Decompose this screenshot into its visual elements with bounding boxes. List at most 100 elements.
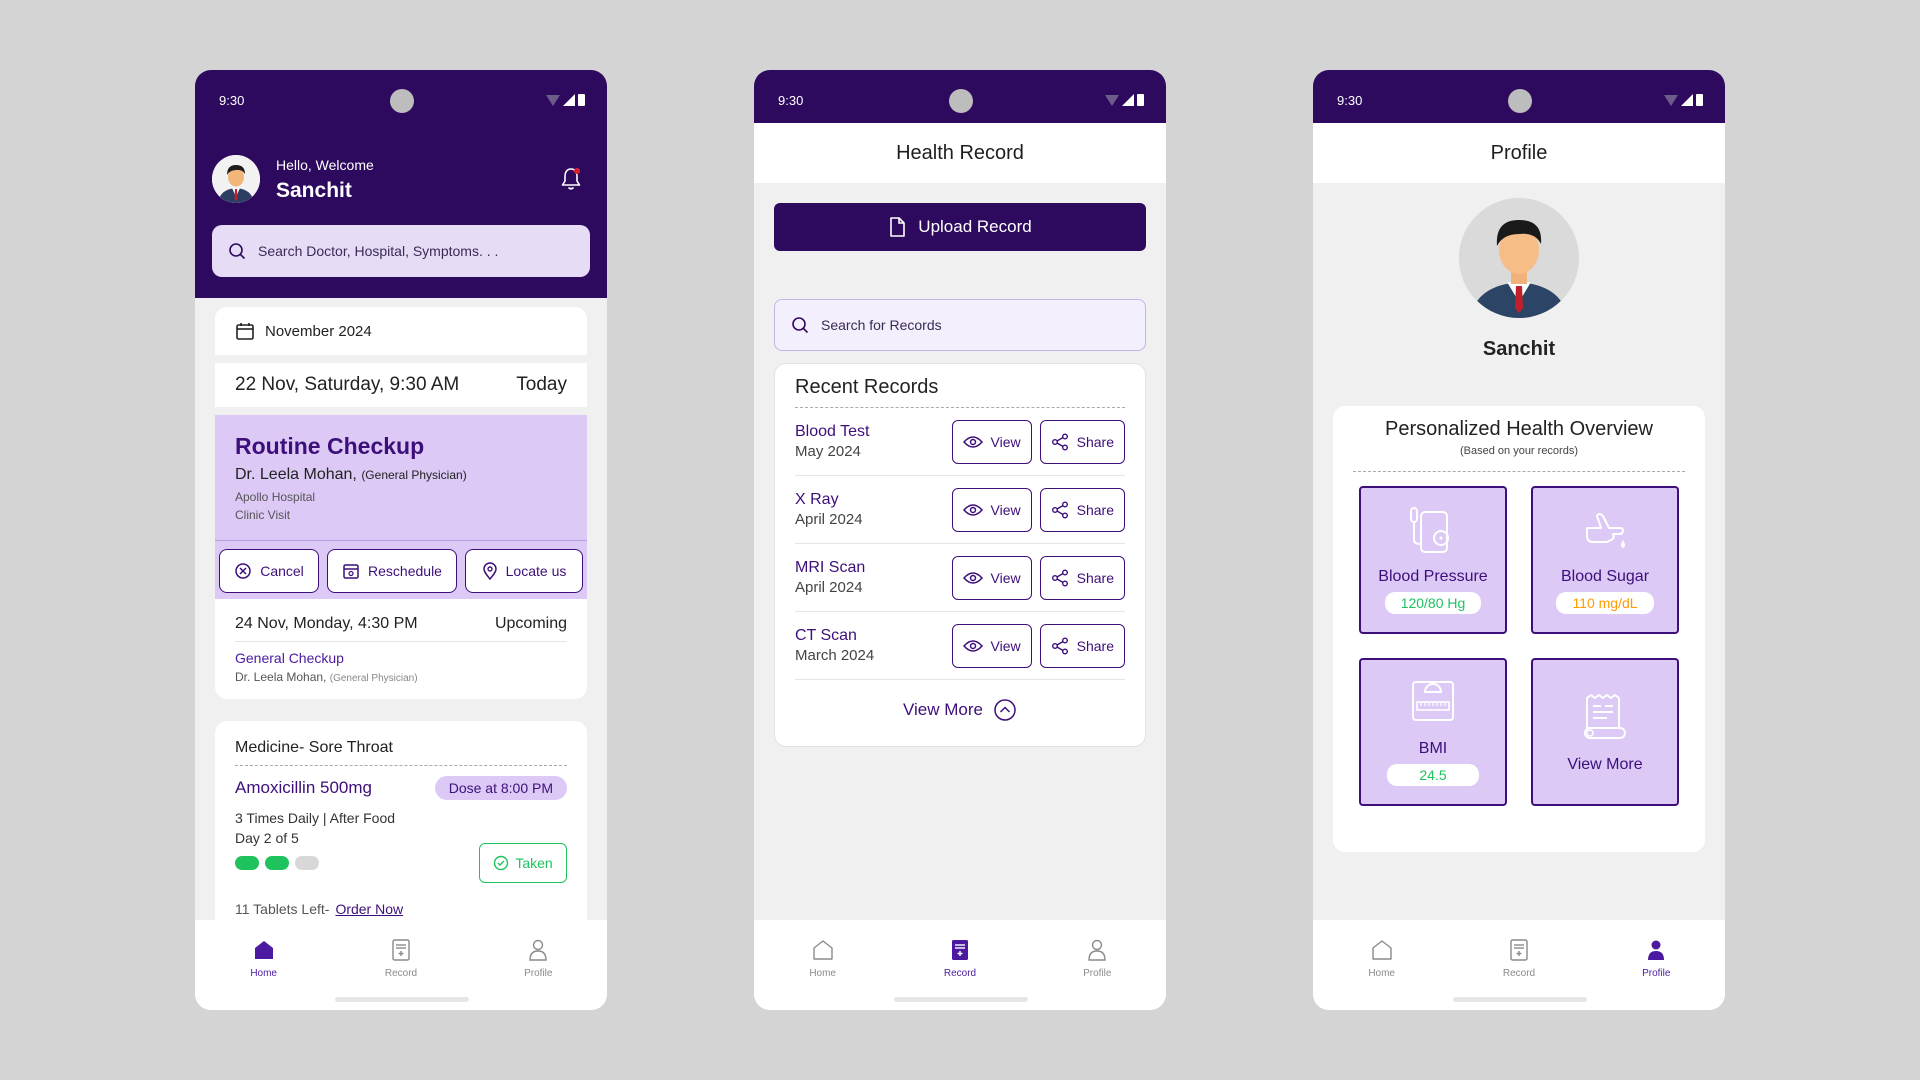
camera-cutout — [390, 89, 414, 113]
view-button[interactable]: View — [951, 487, 1032, 532]
search-icon — [792, 317, 809, 334]
finger-drop-icon — [1586, 513, 1625, 548]
location-pin-icon — [482, 562, 497, 580]
view-label: View — [990, 501, 1021, 518]
nav-profile-label: Profile — [524, 968, 553, 979]
nav-profile[interactable]: Profile — [498, 938, 578, 1010]
taken-button[interactable]: Taken — [479, 843, 567, 883]
view-more-tile[interactable]: View More — [1531, 658, 1679, 806]
upload-record-button[interactable]: Upload Record — [774, 203, 1146, 251]
nav-home[interactable]: Home — [224, 938, 304, 1010]
nav-profile-label: Profile — [1642, 968, 1671, 979]
reschedule-button[interactable]: Reschedule — [327, 549, 457, 593]
profile-name: Sanchit — [1482, 338, 1556, 360]
share-label: Share — [1076, 501, 1114, 518]
month-selector[interactable]: November 2024 — [215, 307, 587, 355]
record-date: April 2024 — [795, 511, 863, 528]
nav-home-label: Home — [250, 968, 277, 979]
recent-records-title: Recent Records — [795, 376, 1125, 408]
records-search-input[interactable]: Search for Records — [774, 299, 1146, 351]
record-icon — [392, 939, 410, 961]
share-label: Share — [1076, 569, 1114, 586]
blood-sugar-tile[interactable]: Blood Sugar 110 mg/dL — [1531, 486, 1679, 634]
upload-label: Upload Record — [918, 217, 1032, 236]
record-row: Blood Test May 2024 View Share — [795, 408, 1125, 476]
cancel-button[interactable]: Cancel — [219, 549, 319, 593]
nav-record-label: Record — [384, 968, 418, 979]
check-circle-icon — [494, 855, 509, 871]
avatar[interactable] — [212, 155, 260, 203]
dose-progress — [235, 856, 319, 870]
share-icon — [1051, 637, 1068, 654]
view-more-link[interactable]: View More — [795, 698, 1125, 722]
calendar-icon — [343, 564, 359, 579]
home-icon — [254, 941, 273, 959]
eye-icon — [962, 639, 983, 652]
home-icon — [1371, 940, 1392, 960]
share-button[interactable]: Share — [1039, 555, 1125, 600]
nav-profile[interactable]: Profile — [1616, 938, 1696, 1010]
medicine-name: Amoxicillin 500mg — [235, 778, 372, 797]
nav-home-label: Home — [809, 968, 836, 979]
nav-record-label: Record — [1502, 968, 1536, 979]
share-button[interactable]: Share — [1039, 487, 1125, 532]
record-row: MRI Scan April 2024 View Share — [795, 544, 1125, 612]
signal-icons — [546, 94, 585, 106]
chevron-up-icon — [994, 699, 1016, 721]
upcoming-appointment[interactable]: 24 Nov, Monday, 4:30 PM Upcoming General… — [215, 599, 587, 699]
share-button[interactable]: Share — [1039, 623, 1125, 668]
bmi-tile[interactable]: BMI 24.5 — [1359, 658, 1507, 806]
view-label: View — [990, 569, 1021, 586]
record-icon — [1510, 939, 1528, 961]
eye-icon — [962, 503, 983, 516]
bmi-value: 24.5 — [1387, 764, 1479, 786]
home-indicator — [894, 997, 1028, 1002]
appointment-date: 22 Nov, Saturday, 9:30 AM — [235, 374, 460, 395]
profile-avatar[interactable] — [1459, 198, 1579, 318]
document-icon — [890, 217, 906, 237]
person-icon — [212, 155, 260, 203]
calendar-icon — [236, 323, 254, 340]
nav-profile-label: Profile — [1083, 968, 1112, 979]
upcoming-title: General Checkup — [235, 650, 344, 666]
blood-pressure-tile[interactable]: Blood Pressure 120/80 Hg — [1359, 486, 1507, 634]
nav-home[interactable]: Home — [1342, 938, 1422, 1010]
record-row: CT Scan March 2024 View Share — [795, 612, 1125, 680]
battery-icon — [1137, 94, 1144, 106]
share-button[interactable]: Share — [1039, 419, 1125, 464]
status-time: 9:30 — [778, 93, 804, 108]
sugar-value: 110 mg/dL — [1556, 592, 1654, 614]
eye-icon — [962, 571, 983, 584]
view-button[interactable]: View — [951, 623, 1032, 668]
hospital-name: Apollo Hospital — [235, 490, 316, 504]
locate-label: Locate us — [505, 563, 567, 579]
upcoming-row: 24 Nov, Monday, 4:30 PM Upcoming — [235, 615, 567, 642]
upcoming-date: 24 Nov, Monday, 4:30 PM — [235, 615, 418, 632]
nav-home-label: Home — [1368, 968, 1395, 979]
nav-home[interactable]: Home — [783, 938, 863, 1010]
appointment-actions: Cancel Reschedule Locate us — [215, 540, 587, 601]
view-button[interactable]: View — [951, 555, 1032, 600]
view-button[interactable]: View — [951, 419, 1032, 464]
order-now-link[interactable]: Order Now — [335, 901, 403, 917]
dose-dot — [295, 856, 319, 870]
share-label: Share — [1076, 433, 1114, 450]
tablets-left-row: 11 Tablets Left- Order Now — [235, 901, 403, 917]
record-date: May 2024 — [795, 443, 861, 460]
medicine-header: Medicine- Sore Throat — [235, 739, 567, 766]
record-name: CT Scan — [795, 627, 857, 644]
visit-type: Clinic Visit — [235, 508, 291, 522]
nav-profile[interactable]: Profile — [1057, 938, 1137, 1010]
record-name: Blood Test — [795, 423, 870, 440]
view-label: View — [990, 433, 1021, 450]
sugar-label: Blood Sugar — [1560, 568, 1650, 585]
record-name: X Ray — [795, 491, 839, 508]
home-indicator — [335, 997, 469, 1002]
person-icon — [1459, 198, 1579, 318]
locate-button[interactable]: Locate us — [465, 549, 583, 593]
health-tiles: Blood Pressure 120/80 Hg Blood Sugar 110… — [1353, 486, 1685, 806]
appointment-card[interactable]: Routine Checkup Dr. Leela Mohan, (Genera… — [215, 415, 587, 599]
search-input[interactable]: Search Doctor, Hospital, Symptoms. . . — [212, 225, 590, 277]
notification-bell-icon[interactable] — [559, 166, 583, 192]
share-icon — [1051, 501, 1068, 518]
